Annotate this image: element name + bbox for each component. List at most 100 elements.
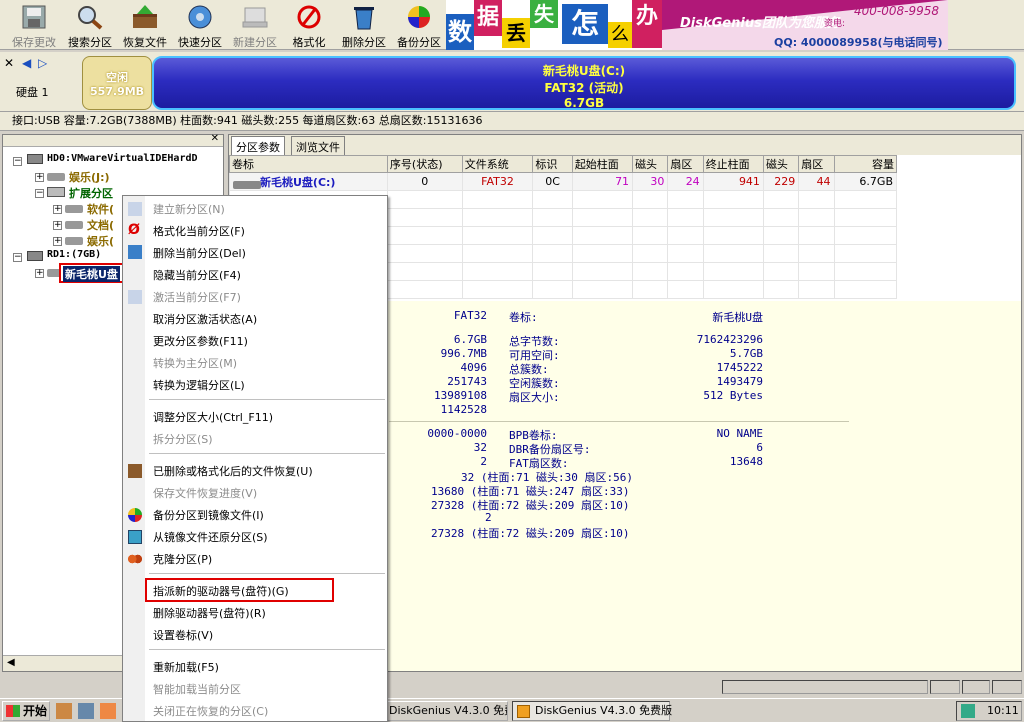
tree-node-rd1[interactable]: RD1:(7GB)	[47, 249, 101, 260]
quicklaunch-icon[interactable]	[78, 703, 94, 719]
tree-node-selected[interactable]: 新毛桃U盘	[63, 266, 120, 282]
col-header[interactable]: 卷标	[229, 155, 388, 173]
tab-bar: 分区参数 浏览文件	[229, 135, 1021, 155]
menu-item-reload[interactable]: 重新加载(F5)	[153, 659, 219, 675]
menu-item-hide[interactable]: 隐藏当前分区(F4)	[153, 267, 241, 283]
menu-item-smart-load[interactable]: 智能加载当前分区	[153, 681, 241, 697]
next-disk-icon[interactable]: ▷	[38, 56, 47, 70]
menu-item-resize[interactable]: 调整分区大小(Ctrl_F11)	[153, 409, 273, 425]
quick-partition-button[interactable]: 快速分区	[173, 0, 227, 50]
taskbar-item-active[interactable]: DiskGenius V4.3.0 免费版	[512, 701, 673, 721]
start-button[interactable]: 开始	[2, 701, 50, 721]
menu-item-assign-drive-letter[interactable]: 指派新的驱动器号(盘符)(G)	[153, 583, 289, 599]
windows-logo-icon	[6, 705, 20, 717]
tab-browse-files[interactable]: 浏览文件	[291, 136, 345, 155]
collapse-icon[interactable]: −	[35, 189, 44, 198]
menu-item-new-partition[interactable]: 建立新分区(N)	[153, 201, 225, 217]
menu-item-activate[interactable]: 激活当前分区(F7)	[153, 289, 241, 305]
disk-map-bar: ✕ ◀ ▷ 硬盘 1 空闲 557.9MB 新毛桃U盘(C:) FAT32 (活…	[0, 52, 1024, 112]
search-partition-button[interactable]: 搜索分区	[63, 0, 117, 50]
menu-item-set-label[interactable]: 设置卷标(V)	[153, 627, 213, 643]
expand-icon[interactable]: +	[53, 237, 62, 246]
status-cell	[962, 680, 990, 694]
quicklaunch-icon[interactable]	[56, 703, 72, 719]
table-row[interactable]: 新毛桃U盘(C:) 0 FAT32 0C 71 30 24 941 229 44…	[229, 172, 898, 191]
scroll-left-icon[interactable]: ◀	[7, 657, 15, 668]
backup-icon	[408, 6, 430, 28]
col-header[interactable]: 终止柱面	[702, 155, 764, 173]
menu-item-format[interactable]: 格式化当前分区(F)	[153, 223, 245, 239]
free-space-block[interactable]: 空闲 557.9MB	[82, 56, 152, 110]
menu-item-recover-files[interactable]: 已删除或格式化后的文件恢复(U)	[153, 463, 313, 479]
col-header[interactable]: 磁头	[762, 155, 800, 173]
free-size: 557.9MB	[89, 85, 145, 98]
col-header[interactable]: 标识	[532, 155, 573, 173]
taskbar-item[interactable]: DiskGenius V4.3.0 免费版	[370, 701, 508, 721]
delete-icon	[354, 7, 374, 30]
expand-icon[interactable]: +	[35, 173, 44, 182]
col-header[interactable]: 扇区	[667, 155, 704, 173]
menu-item-to-primary[interactable]: 转换为主分区(M)	[153, 355, 237, 371]
close-icon[interactable]: ✕	[211, 133, 219, 144]
extended-partition-icon	[47, 187, 65, 197]
collapse-icon[interactable]: −	[13, 253, 22, 262]
new-partition-button[interactable]: 新建分区	[228, 0, 282, 50]
menu-item-delete[interactable]: 删除当前分区(Del)	[153, 245, 246, 261]
tab-partition-params[interactable]: 分区参数	[231, 136, 285, 155]
detail-value: 7162423296	[696, 333, 763, 346]
new-partition-icon	[128, 202, 142, 216]
partition-icon	[47, 173, 65, 181]
expand-icon[interactable]: +	[35, 269, 44, 278]
ad-banner[interactable]: 数 据 丢 失 怎 么 办 DiskGenius团队为您服务 资电: 400-0…	[446, 0, 948, 50]
system-tray: 10:11	[956, 701, 1022, 721]
menu-item-to-logical[interactable]: 转换为逻辑分区(L)	[153, 377, 245, 393]
menu-item-change-params[interactable]: 更改分区参数(F11)	[153, 333, 248, 349]
col-header[interactable]: 磁头	[632, 155, 669, 173]
tree-node-software[interactable]: 软件(	[87, 201, 114, 217]
menu-item-restore-image[interactable]: 从镜像文件还原分区(S)	[153, 529, 268, 545]
format-icon: Ø	[128, 222, 140, 238]
tree-node-extended[interactable]: 扩展分区	[69, 185, 113, 201]
col-header[interactable]: 起始柱面	[571, 155, 634, 173]
collapse-icon[interactable]: −	[13, 157, 22, 166]
save-button[interactable]: 保存更改	[6, 0, 62, 50]
banner-brand: DiskGenius团队为您服务	[680, 16, 840, 31]
prev-disk-icon[interactable]: ◀	[22, 56, 31, 70]
expand-icon[interactable]: +	[53, 221, 62, 230]
col-header[interactable]: 文件系统	[461, 155, 534, 173]
recover-file-button[interactable]: 恢复文件	[118, 0, 172, 50]
tree-node-docs[interactable]: 文档(	[87, 217, 114, 233]
menu-item-clone[interactable]: 克隆分区(P)	[153, 551, 212, 567]
menu-item-split[interactable]: 拆分分区(S)	[153, 431, 213, 447]
partition-name: 新毛桃U盘(C:)	[542, 64, 626, 78]
expand-icon[interactable]: +	[53, 205, 62, 214]
detail-value: 13648	[729, 455, 763, 468]
col-header[interactable]: 容量	[833, 155, 898, 173]
tray-icon[interactable]	[961, 704, 975, 718]
partition-block[interactable]: 新毛桃U盘(C:) FAT32 (活动) 6.7GB	[152, 56, 1016, 110]
menu-item-backup-image[interactable]: 备份分区到镜像文件(I)	[153, 507, 264, 523]
activate-icon	[128, 290, 142, 304]
backup-partition-button[interactable]: 备份分区	[392, 0, 446, 50]
menu-item-save-recovery[interactable]: 保存文件恢复进度(V)	[153, 485, 257, 501]
tree-node-yule[interactable]: 娱乐(J:)	[69, 169, 110, 185]
detail-value: 996.7MB	[440, 347, 487, 360]
table-header: 卷标 序号(状态) 文件系统 标识 起始柱面 磁头 扇区 终止柱面 磁头 扇区 …	[229, 155, 898, 173]
free-label: 空闲	[106, 71, 128, 84]
col-header[interactable]: 序号(状态)	[386, 155, 463, 173]
clock: 10:11	[987, 704, 1019, 717]
quicklaunch-icon[interactable]	[100, 703, 116, 719]
disk-label: 硬盘 1	[16, 86, 49, 99]
cell-id: 0C	[532, 172, 573, 191]
format-button[interactable]: 格式化	[283, 0, 335, 50]
menu-item-deactivate[interactable]: 取消分区激活状态(A)	[153, 311, 257, 327]
menu-item-remove-drive-letter[interactable]: 删除驱动器号(盘符)(R)	[153, 605, 266, 621]
menu-item-close-recovering[interactable]: 关闭正在恢复的分区(C)	[153, 703, 268, 719]
col-header[interactable]: 扇区	[798, 155, 835, 173]
delete-partition-button[interactable]: 删除分区	[337, 0, 391, 50]
close-icon[interactable]: ✕	[4, 56, 14, 70]
taskbar-item-label: DiskGenius V4.3.0 免费版	[535, 704, 673, 717]
partition-size: 6.7GB	[563, 96, 605, 110]
tree-node-hd0[interactable]: HD0:VMwareVirtualIDEHardD	[47, 153, 198, 164]
tree-node-yule2[interactable]: 娱乐(	[87, 233, 114, 249]
